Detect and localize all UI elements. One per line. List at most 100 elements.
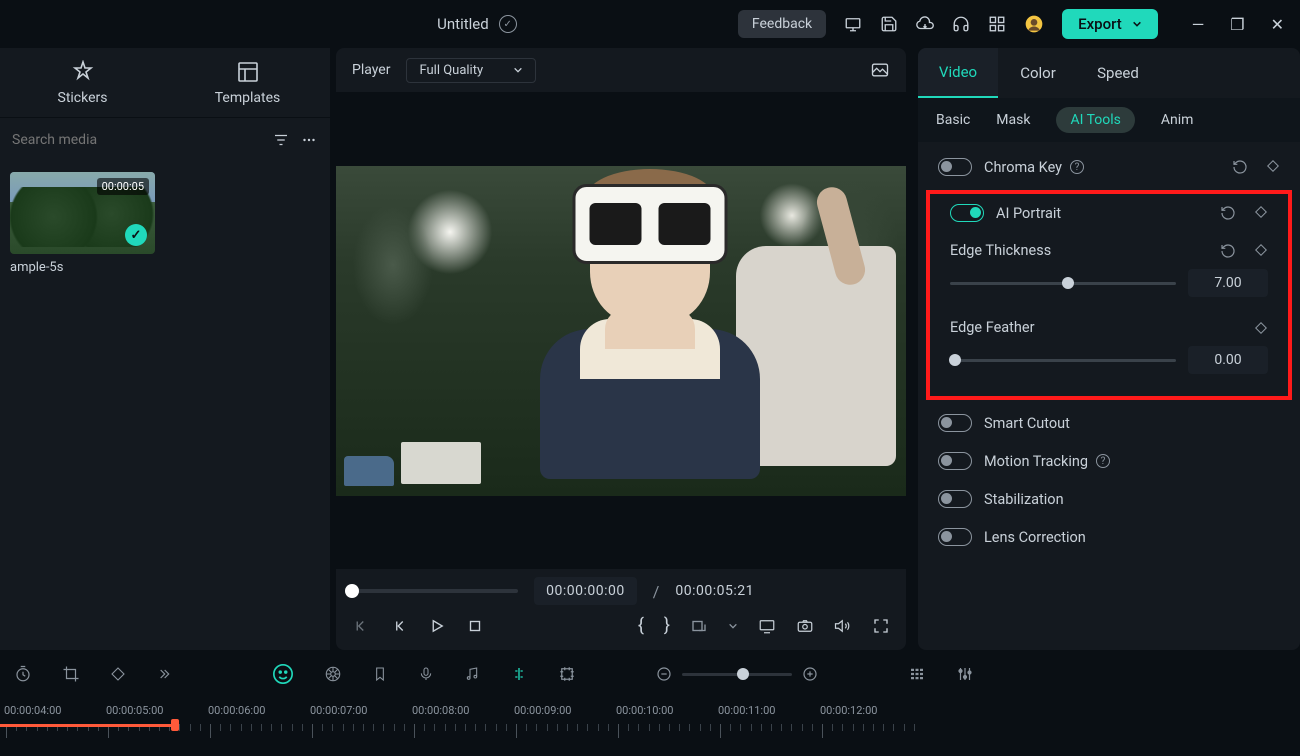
- keyframe-icon[interactable]: [1254, 205, 1268, 221]
- apps-grid-icon[interactable]: [988, 15, 1006, 33]
- color-wheel-icon[interactable]: [324, 665, 342, 683]
- motion-tracking-label: Motion Tracking: [984, 453, 1088, 470]
- cloud-download-icon[interactable]: [916, 15, 934, 33]
- ai-portrait-toggle[interactable]: [950, 204, 984, 222]
- time-separator: /: [653, 582, 660, 601]
- ruler-label: 00:00:06:00: [204, 704, 306, 717]
- selection-icon[interactable]: [558, 665, 576, 683]
- ruler-label: 00:00:04:00: [0, 704, 102, 717]
- subtab-ai-tools[interactable]: AI Tools: [1056, 107, 1134, 133]
- reset-icon[interactable]: [1220, 243, 1236, 259]
- export-button[interactable]: Export: [1062, 9, 1158, 39]
- help-icon[interactable]: ?: [1096, 454, 1110, 468]
- tab-color[interactable]: Color: [998, 48, 1078, 98]
- stop-button[interactable]: [466, 617, 484, 635]
- tab-stickers[interactable]: Stickers: [0, 48, 165, 117]
- ruler-label: 00:00:11:00: [714, 704, 816, 717]
- tab-templates-label: Templates: [215, 90, 281, 106]
- more-icon[interactable]: [300, 131, 318, 149]
- chroma-key-toggle[interactable]: [938, 158, 972, 176]
- seek-bar[interactable]: [352, 589, 518, 593]
- subtab-anim[interactable]: Anim: [1161, 112, 1194, 128]
- subtab-basic[interactable]: Basic: [936, 112, 970, 128]
- chevron-down-icon[interactable]: [728, 621, 738, 631]
- saved-status-icon: ✓: [499, 15, 517, 33]
- window-close-icon[interactable]: ✕: [1271, 15, 1284, 34]
- reset-icon[interactable]: [1232, 159, 1248, 175]
- edge-feather-value[interactable]: 0.00: [1188, 346, 1268, 374]
- mark-out-button[interactable]: }: [664, 615, 670, 636]
- window-maximize-icon[interactable]: ❐: [1230, 15, 1244, 34]
- ruler-label: 00:00:12:00: [816, 704, 918, 717]
- prev-frame-button[interactable]: [352, 617, 370, 635]
- camera-icon[interactable]: [796, 617, 814, 635]
- filter-icon[interactable]: [272, 131, 290, 149]
- tab-templates[interactable]: Templates: [165, 48, 330, 117]
- smart-cutout-toggle[interactable]: [938, 414, 972, 432]
- help-icon[interactable]: ?: [1070, 160, 1084, 174]
- ruler-label: 00:00:09:00: [510, 704, 612, 717]
- time-total: 00:00:05:21: [675, 583, 754, 599]
- track-view-icon[interactable]: [908, 665, 926, 683]
- snapshot-icon[interactable]: [870, 60, 890, 80]
- thumbnail-selected-icon: ✓: [125, 224, 147, 246]
- fullscreen-button[interactable]: [872, 617, 890, 635]
- edge-thickness-slider[interactable]: [950, 282, 1176, 285]
- preview-viewport[interactable]: [336, 92, 906, 569]
- tab-speed[interactable]: Speed: [1078, 48, 1158, 98]
- face-icon[interactable]: [272, 663, 294, 685]
- play-button[interactable]: [428, 617, 446, 635]
- subtab-mask[interactable]: Mask: [996, 112, 1030, 128]
- mark-in-button[interactable]: {: [638, 615, 644, 636]
- edge-feather-label: Edge Feather: [950, 319, 1242, 336]
- smart-cutout-label: Smart Cutout: [984, 415, 1280, 432]
- playhead[interactable]: [0, 724, 175, 727]
- edge-thickness-value[interactable]: 7.00: [1188, 269, 1268, 297]
- media-thumbnail[interactable]: 00:00:05 ✓: [10, 172, 155, 254]
- search-input[interactable]: [12, 126, 262, 154]
- volume-button[interactable]: [834, 617, 852, 635]
- split-icon[interactable]: [510, 665, 528, 683]
- ruler-label: 00:00:05:00: [102, 704, 204, 717]
- headphones-icon[interactable]: [952, 15, 970, 33]
- edge-thickness-label: Edge Thickness: [950, 242, 1208, 259]
- timeline-ruler[interactable]: 00:00:04:0000:00:05:0000:00:06:00 00:00:0…: [0, 698, 1300, 746]
- ruler-label: 00:00:10:00: [612, 704, 714, 717]
- player-panel: Player Full Quality: [336, 48, 906, 650]
- display-settings-button[interactable]: [758, 617, 776, 635]
- tab-video[interactable]: Video: [918, 48, 998, 98]
- quality-value: Full Quality: [419, 63, 483, 78]
- zoom-out-button[interactable]: [656, 666, 672, 682]
- keyframe-icon[interactable]: [1254, 321, 1268, 335]
- timeline-panel: 00:00:04:0000:00:05:0000:00:06:00 00:00:0…: [0, 650, 1300, 756]
- keyframe-icon[interactable]: [1266, 159, 1280, 175]
- edge-feather-slider[interactable]: [950, 359, 1176, 362]
- zoom-slider[interactable]: [682, 673, 792, 676]
- quality-dropdown[interactable]: Full Quality: [406, 58, 536, 83]
- chroma-key-label: Chroma Key: [984, 159, 1062, 176]
- timer-icon[interactable]: [14, 665, 32, 683]
- diamond-icon[interactable]: [110, 666, 126, 682]
- music-icon[interactable]: [464, 665, 480, 683]
- stabilization-toggle[interactable]: [938, 490, 972, 508]
- keyframe-icon[interactable]: [1254, 243, 1268, 259]
- feedback-button[interactable]: Feedback: [738, 10, 826, 38]
- lens-correction-label: Lens Correction: [984, 529, 1280, 546]
- mic-icon[interactable]: [418, 665, 434, 683]
- reset-icon[interactable]: [1220, 205, 1236, 221]
- project-title: Untitled: [437, 15, 489, 33]
- save-icon[interactable]: [880, 15, 898, 33]
- crop-icon[interactable]: [62, 665, 80, 683]
- window-minimize-icon[interactable]: —: [1192, 15, 1205, 34]
- motion-tracking-toggle[interactable]: [938, 452, 972, 470]
- zoom-in-button[interactable]: [802, 666, 818, 682]
- chevron-double-right-icon[interactable]: [156, 666, 172, 682]
- lens-correction-toggle[interactable]: [938, 528, 972, 546]
- bookmark-icon[interactable]: [372, 665, 388, 683]
- step-back-button[interactable]: [390, 617, 408, 635]
- device-icon[interactable]: [844, 15, 862, 33]
- account-avatar-icon[interactable]: [1024, 14, 1044, 34]
- aspect-ratio-button[interactable]: [690, 617, 708, 635]
- mixer-icon[interactable]: [956, 665, 974, 683]
- thumbnail-duration: 00:00:05: [97, 178, 149, 195]
